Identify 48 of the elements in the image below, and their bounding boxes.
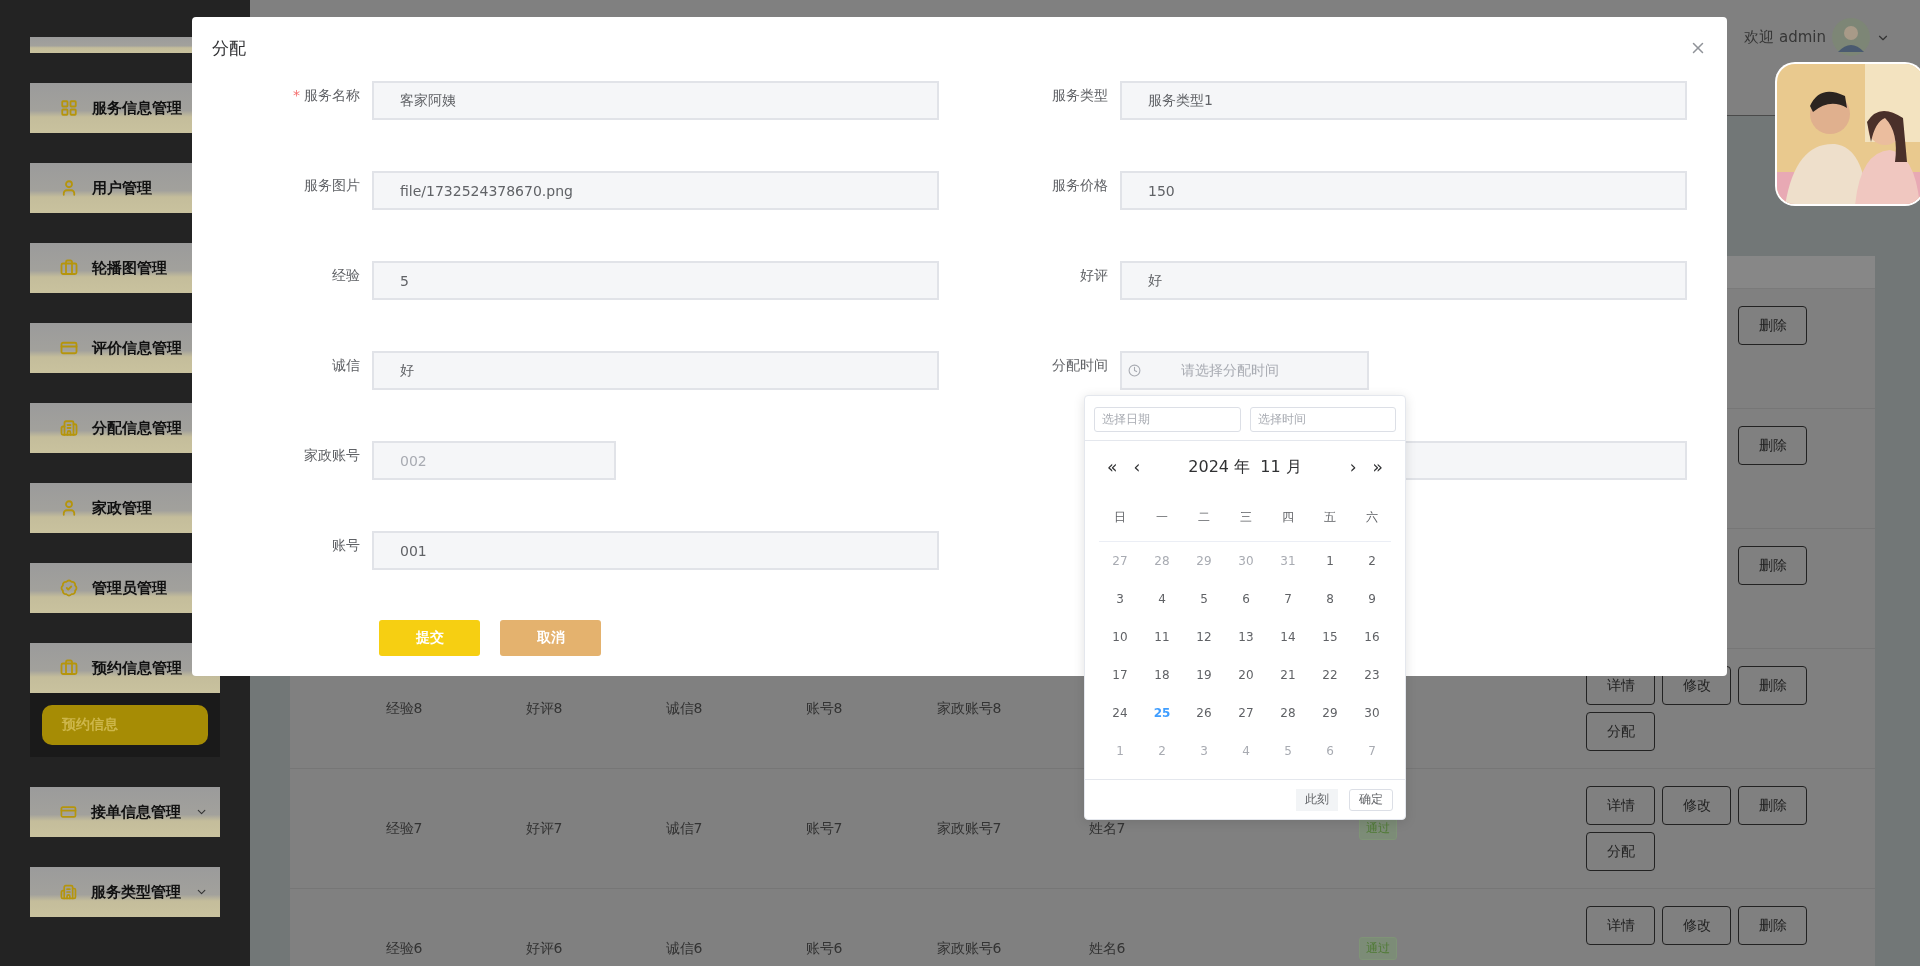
month-title: 2024 年 11 月: [1187, 456, 1303, 478]
weekday-label: 六: [1365, 508, 1379, 526]
welcome-text: 欢迎 admin: [1744, 28, 1826, 47]
table-cell: 诚信6: [665, 939, 703, 958]
weekday-label: 日: [1113, 508, 1127, 526]
table-cell: 账号8: [805, 699, 843, 718]
table-cell: 好评8: [525, 699, 563, 718]
field-label: 家政账号: [304, 446, 360, 465]
field-label: 好评: [1080, 266, 1108, 285]
sidebar-item-label: 家政管理: [92, 498, 153, 518]
weekday-label: 四: [1281, 508, 1295, 526]
field-label: 服务价格: [1052, 176, 1108, 195]
sidebar-item-label: 评价信息管理: [92, 338, 183, 358]
sidebar-item-label: 预约信息管理: [92, 658, 183, 678]
sidebar-item-label: 用户管理: [92, 178, 153, 198]
table-cell: 好评7: [525, 819, 563, 838]
field-label: 分配时间: [1052, 356, 1108, 375]
table-cell: 家政账号6: [936, 939, 1002, 958]
field-label: * 服务名称: [293, 86, 360, 105]
dialog-title: 分配: [211, 37, 246, 60]
weekday-label: 一: [1155, 508, 1169, 526]
table-cell: 家政账号7: [936, 819, 1002, 838]
table-cell: 好评6: [525, 939, 563, 958]
table-cell: 诚信7: [665, 819, 703, 838]
sidebar-item-label: 轮播图管理: [92, 258, 168, 278]
field-label: 服务类型: [1052, 86, 1108, 105]
field-label: 服务图片: [304, 176, 360, 195]
field-label: 诚信: [332, 356, 360, 375]
sidebar-item-label: 接单信息管理: [90, 802, 181, 822]
field-label: 经验: [332, 266, 360, 285]
sidebar-item-label: 服务信息管理: [92, 98, 183, 118]
sidebar-item-label: 服务类型管理: [90, 882, 181, 902]
table-cell: 姓名7: [1088, 819, 1126, 838]
table-cell: 经验6: [385, 939, 423, 958]
weekday-label: 三: [1239, 508, 1253, 526]
sidebar-item-label: 分配信息管理: [92, 418, 183, 438]
table-cell: 经验7: [385, 819, 423, 838]
table-cell: 账号7: [805, 819, 843, 838]
status-tag: 通过: [1359, 937, 1397, 960]
weekday-label: 二: [1197, 508, 1211, 526]
table-cell: 经验8: [385, 699, 423, 718]
field-label: 账号: [332, 536, 360, 555]
table-cell: 姓名6: [1088, 939, 1126, 958]
table-cell: 账号6: [805, 939, 843, 958]
table-cell: 家政账号8: [936, 699, 1002, 718]
sidebar-item-label: 管理员管理: [92, 578, 168, 598]
weekday-label: 五: [1323, 508, 1337, 526]
table-cell: 诚信8: [665, 699, 703, 718]
